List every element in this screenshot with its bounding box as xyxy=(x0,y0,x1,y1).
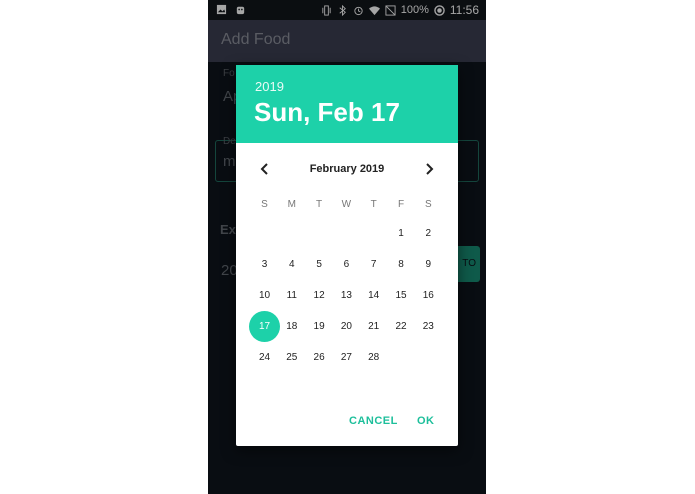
calendar-day[interactable]: 15 xyxy=(388,280,415,311)
calendar-day[interactable]: 14 xyxy=(360,280,387,311)
calendar-day[interactable]: 20 xyxy=(333,311,360,342)
calendar-day[interactable]: 25 xyxy=(278,342,305,373)
calendar-day[interactable]: 4 xyxy=(278,249,305,280)
calendar-day[interactable]: 3 xyxy=(251,249,278,280)
calendar-day[interactable]: 21 xyxy=(360,311,387,342)
chevron-right-icon[interactable] xyxy=(419,159,439,179)
cancel-button[interactable]: CANCEL xyxy=(349,415,398,427)
calendar-day[interactable]: 6 xyxy=(333,249,360,280)
calendar-day[interactable]: 8 xyxy=(388,249,415,280)
calendar-day[interactable]: 10 xyxy=(251,280,278,311)
weekday-label: F xyxy=(397,199,405,210)
calendar-day[interactable]: 26 xyxy=(306,342,333,373)
ok-button[interactable]: OK xyxy=(417,415,435,427)
selected-day[interactable]: 17 xyxy=(251,311,278,342)
calendar-day[interactable]: 9 xyxy=(415,249,442,280)
weekday-label: M xyxy=(287,199,296,210)
calendar-day[interactable]: 19 xyxy=(306,311,333,342)
selected-date[interactable]: Sun, Feb 17 xyxy=(254,97,400,128)
weekday-label: S xyxy=(424,199,432,210)
calendar-day[interactable]: 12 xyxy=(306,280,333,311)
calendar-day[interactable]: 24 xyxy=(251,342,278,373)
calendar-day[interactable]: 11 xyxy=(278,280,305,311)
date-picker-header: 2019 Sun, Feb 17 xyxy=(236,65,458,143)
calendar-day[interactable]: 13 xyxy=(333,280,360,311)
calendar-day[interactable]: 16 xyxy=(415,280,442,311)
weekday-label: T xyxy=(370,199,377,210)
weekday-label: T xyxy=(316,199,323,210)
calendar-day[interactable]: 5 xyxy=(306,249,333,280)
calendar-day[interactable]: 18 xyxy=(278,311,305,342)
selected-year[interactable]: 2019 xyxy=(255,79,284,94)
calendar-day[interactable]: 22 xyxy=(388,311,415,342)
calendar-day[interactable]: 1 xyxy=(388,218,415,249)
calendar-day[interactable]: 23 xyxy=(415,311,442,342)
calendar-day[interactable]: 28 xyxy=(360,342,387,373)
weekday-label: W xyxy=(341,199,352,210)
date-picker-dialog: 2019 Sun, Feb 17 February 2019 SMTWTFS12… xyxy=(236,65,458,446)
calendar-day[interactable]: 27 xyxy=(333,342,360,373)
calendar-day[interactable]: 2 xyxy=(415,218,442,249)
weekday-label: S xyxy=(261,199,268,210)
calendar-day[interactable]: 7 xyxy=(360,249,387,280)
